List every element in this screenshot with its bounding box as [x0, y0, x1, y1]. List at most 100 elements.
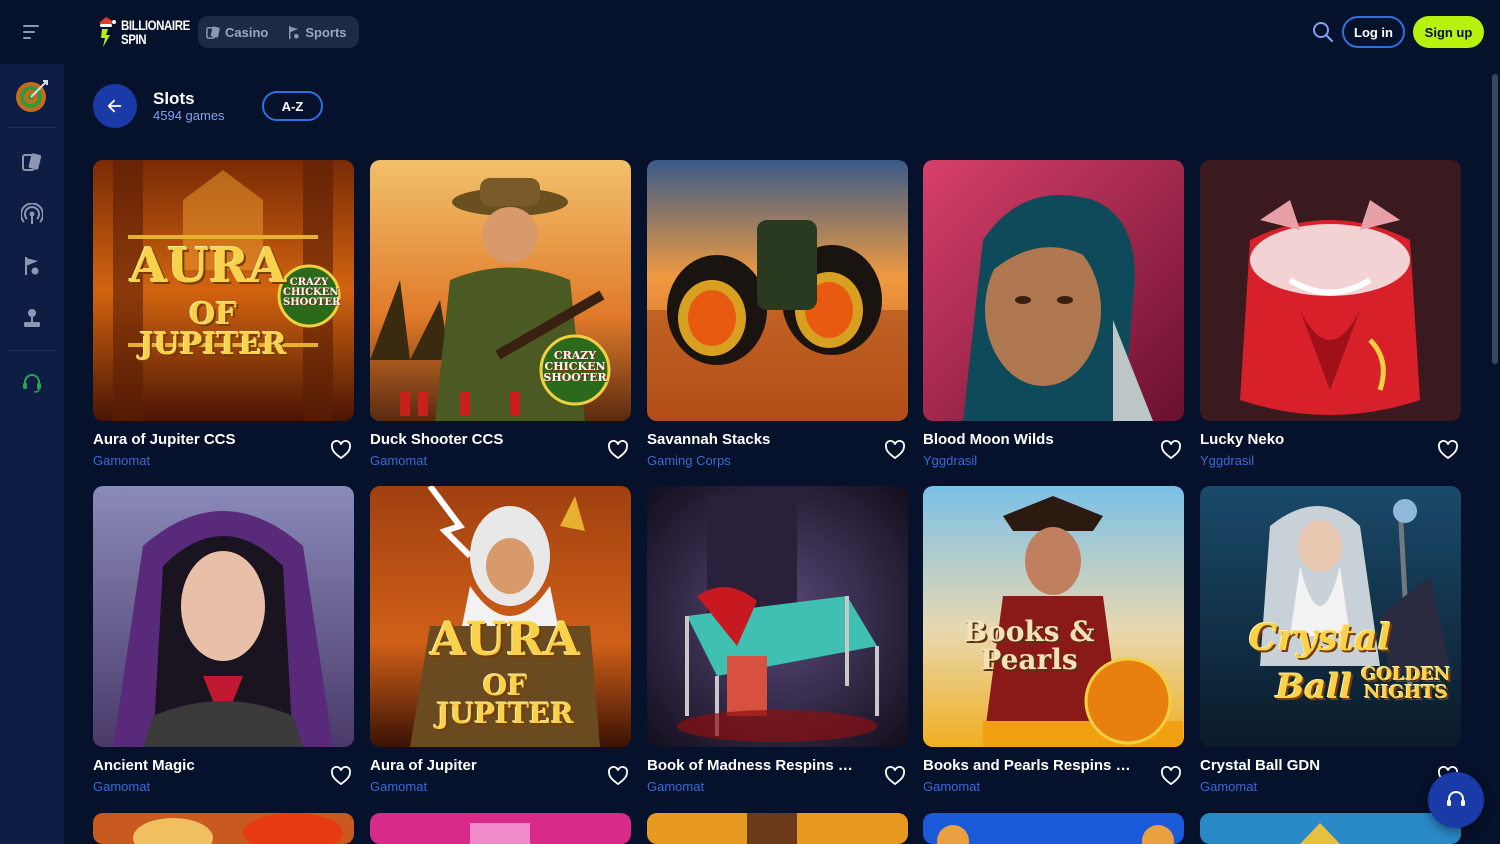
back-button[interactable] [93, 84, 137, 128]
game-provider[interactable]: Gamomat [370, 453, 427, 468]
sports-icon [289, 25, 299, 39]
heart-icon[interactable] [607, 439, 629, 461]
game-title[interactable]: Books and Pearls Respins of Amun-Re [923, 757, 1133, 774]
game-title[interactable]: Aura of Jupiter CCS [93, 431, 303, 448]
game-provider[interactable]: Yggdrasil [923, 453, 977, 468]
game-provider[interactable]: Gamomat [923, 779, 980, 794]
game-thumbnail[interactable] [647, 486, 908, 747]
login-button[interactable]: Log in [1342, 16, 1405, 48]
game-provider[interactable]: Gaming Corps [647, 453, 731, 468]
game-thumbnail[interactable]: AURA OF JUPITER CRAZY CHICKEN SHOOTER [93, 160, 354, 421]
game-provider[interactable]: Gamomat [647, 779, 704, 794]
logo-mark-icon [96, 15, 118, 49]
sidebar-item-casino[interactable] [0, 136, 64, 188]
game-title[interactable]: Ancient Magic [93, 757, 303, 774]
logo-line2: SPIN [121, 31, 147, 47]
mode-casino[interactable]: Casino [206, 25, 268, 40]
brand-logo[interactable]: BILLIONAIRE SPIN [96, 12, 190, 52]
thumb-badge: CRAZY CHICKEN SHOOTER [543, 349, 607, 384]
search-button[interactable] [1311, 20, 1335, 44]
hamburger-icon [23, 25, 39, 39]
game-provider[interactable]: Gamomat [93, 779, 150, 794]
game-card: Books & Pearls Books and Pearls Respins … [923, 486, 1184, 794]
page-scrollbar[interactable] [1491, 64, 1500, 844]
headset-icon [1447, 791, 1465, 806]
game-thumbnail[interactable] [923, 160, 1184, 421]
cards-icon [206, 25, 220, 39]
thumb-title-line2: OF JUPITER [139, 297, 287, 362]
sidebar-item-live[interactable] [0, 188, 64, 240]
top-header: BILLIONAIRE SPIN Casino Sports Log in Si… [0, 0, 1500, 64]
thumb-title-line2: OF JUPITER [436, 669, 574, 730]
heart-icon[interactable] [884, 439, 906, 461]
game-card: Ancient Magic Gamomat [93, 486, 354, 794]
heart-icon[interactable] [330, 439, 352, 461]
game-title[interactable]: Duck Shooter CCS [370, 431, 580, 448]
game-card: Blood Moon Wilds Yggdrasil [923, 160, 1184, 468]
game-provider[interactable]: Gamomat [93, 453, 150, 468]
game-provider[interactable]: Gamomat [370, 779, 427, 794]
game-thumbnail[interactable] [923, 813, 1184, 844]
heart-icon[interactable] [1160, 439, 1182, 461]
support-chat-button[interactable] [1428, 772, 1484, 828]
game-provider[interactable]: Yggdrasil [1200, 453, 1254, 468]
live-icon [21, 203, 43, 224]
game-provider[interactable]: Gamomat [1200, 779, 1257, 794]
game-title[interactable]: Lucky Neko [1200, 431, 1410, 448]
sort-az-button[interactable]: A-Z [262, 91, 323, 121]
game-title[interactable]: Blood Moon Wilds [923, 431, 1133, 448]
logo-line1: BILLIONAIRE [121, 17, 190, 33]
page-title: Slots [153, 89, 195, 108]
joystick-icon [24, 309, 40, 327]
sidebar-item-sports[interactable] [0, 240, 64, 292]
sports-icon [25, 257, 39, 275]
game-thumbnail[interactable] [1200, 160, 1461, 421]
signup-button[interactable]: Sign up [1413, 16, 1484, 48]
heart-icon[interactable] [607, 765, 629, 787]
games-count: 4594 games [153, 108, 225, 123]
game-thumbnail[interactable] [647, 813, 908, 844]
game-card: AURA OF JUPITER CRAZY CHICKEN SHOOTER Au… [93, 160, 354, 468]
heart-icon[interactable] [1437, 439, 1459, 461]
game-card [370, 813, 631, 844]
thumb-title-line1: AURA [430, 612, 580, 666]
heart-icon[interactable] [330, 765, 352, 787]
target-icon [16, 79, 48, 112]
cards-icon [22, 153, 42, 171]
game-card [93, 813, 354, 844]
game-title[interactable]: Savannah Stacks [647, 431, 857, 448]
game-thumbnail[interactable]: Books & Pearls [923, 486, 1184, 747]
game-thumbnail[interactable] [1200, 813, 1461, 844]
game-title[interactable]: Aura of Jupiter [370, 757, 580, 774]
game-title[interactable]: Crystal Ball GDN [1200, 757, 1410, 774]
thumb-title-line1: AURA [129, 238, 287, 294]
game-card [923, 813, 1184, 844]
thumb-badge: CRAZY CHICKEN SHOOTER [283, 277, 341, 308]
game-thumbnail[interactable] [93, 486, 354, 747]
game-thumbnail[interactable]: Crystal Ball GOLDEN NIGHTS [1200, 486, 1461, 747]
heart-icon[interactable] [1160, 765, 1182, 787]
game-thumbnail[interactable] [370, 813, 631, 844]
game-thumbnail[interactable] [93, 813, 354, 844]
sidebar-item-games[interactable] [0, 292, 64, 344]
thumb-badge: GOLDEN NIGHTS [1361, 664, 1451, 703]
heart-icon[interactable] [884, 765, 906, 787]
thumb-title-line2: Ball [1275, 667, 1353, 707]
sidebar-item-support[interactable] [0, 357, 64, 409]
game-title[interactable]: Book of Madness Respins of Amun-Re [647, 757, 857, 774]
game-thumbnail[interactable] [647, 160, 908, 421]
game-card: Crystal Ball GOLDEN NIGHTS Crystal Ball … [1200, 486, 1461, 794]
game-card [1200, 813, 1461, 844]
mode-switch: Casino Sports [198, 16, 359, 48]
game-card: Book of Madness Respins of Amun-Re Gamom… [647, 486, 908, 794]
sidebar-item-promotions[interactable] [14, 64, 50, 128]
search-icon [1313, 22, 1334, 43]
mode-sports[interactable]: Sports [286, 25, 347, 40]
game-thumbnail[interactable]: CRAZY CHICKEN SHOOTER [370, 160, 631, 421]
menu-button[interactable] [0, 0, 64, 64]
thumb-title: Books & Pearls [963, 615, 1095, 676]
headset-icon [23, 374, 41, 393]
game-card [647, 813, 908, 844]
game-thumbnail[interactable]: AURA OF JUPITER [370, 486, 631, 747]
scrollbar-thumb[interactable] [1492, 74, 1498, 364]
